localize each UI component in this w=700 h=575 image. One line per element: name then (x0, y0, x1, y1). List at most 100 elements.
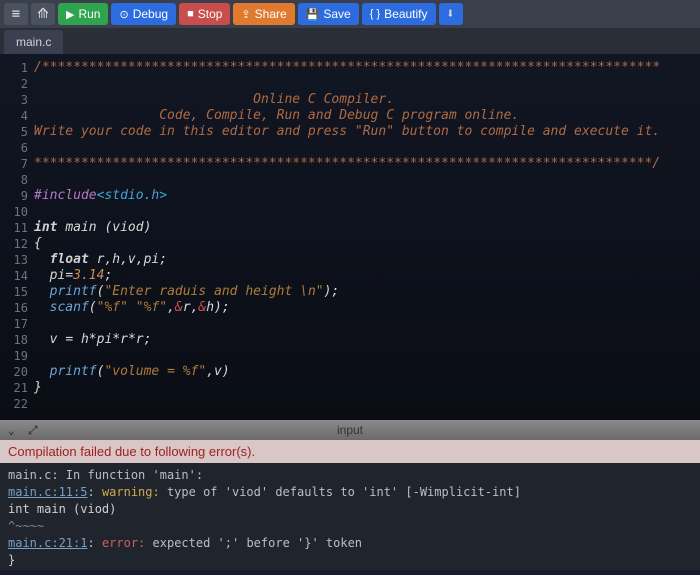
code-line[interactable] (34, 316, 692, 332)
line-number: 15 (0, 284, 28, 300)
console-token: main.c:21:1 (8, 536, 87, 550)
save-button[interactable]: 💾Save (298, 3, 359, 25)
code-token: & (175, 300, 183, 315)
toolbar: ≡ ⟰ ▶Run ⊙Debug ■Stop ⇪Share 💾Save { } Be… (0, 0, 700, 28)
console-line: ^ (8, 569, 692, 570)
code-token: , (206, 364, 214, 379)
tab-bar: main.c (0, 28, 700, 54)
fullscreen-icon[interactable]: ⤢ (28, 423, 38, 438)
code-line[interactable]: { (34, 236, 692, 252)
share-button[interactable]: ⇪Share (233, 3, 294, 25)
line-number: 22 (0, 396, 28, 412)
beautify-button[interactable]: { } Beautify (362, 3, 436, 25)
code-token: float (34, 252, 97, 267)
code-line[interactable]: Write your code in this editor and press… (34, 124, 692, 140)
code-token: ); (214, 300, 230, 315)
code-token: h (206, 300, 214, 315)
console-token: error: (102, 536, 145, 550)
console-line: ^~~~~ (8, 518, 692, 535)
chevron-down-icon[interactable]: ⌄ (8, 424, 15, 437)
console-line: main.c:21:1: error: expected ';' before … (8, 535, 692, 552)
code-line[interactable] (34, 76, 692, 92)
line-number: 4 (0, 108, 28, 124)
menu-icon[interactable]: ≡ (4, 3, 28, 25)
code-token: "volume = %f" (104, 364, 206, 379)
line-number: 6 (0, 140, 28, 156)
console-token: main.c:11:5 (8, 485, 87, 499)
code-token: r (120, 332, 128, 347)
line-number: 12 (0, 236, 28, 252)
code-area[interactable]: /***************************************… (34, 54, 700, 420)
line-number: 1 (0, 60, 28, 76)
code-line[interactable]: scanf("%f" "%f",&r,&h); (34, 300, 692, 316)
code-line[interactable]: } (34, 380, 692, 396)
code-line[interactable]: v = h*pi*r*r; (34, 332, 692, 348)
console-line: int main (viod) (8, 501, 692, 518)
panel-separator[interactable]: ⌄ ⤢ input (0, 420, 700, 440)
input-panel-label: input (337, 423, 363, 437)
code-line[interactable]: ****************************************… (34, 156, 692, 172)
code-editor[interactable]: 12345678910111213141516171819202122 /***… (0, 54, 700, 420)
code-line[interactable]: pi=3.14; (34, 268, 692, 284)
tab-main-c[interactable]: main.c (4, 30, 63, 54)
code-token: int (34, 220, 65, 235)
code-token: /***************************************… (34, 60, 660, 75)
code-line[interactable]: /***************************************… (34, 60, 692, 76)
code-line[interactable]: Code, Compile, Run and Debug C program o… (34, 108, 692, 124)
beautify-label: Beautify (384, 7, 427, 21)
error-header: Compilation failed due to following erro… (0, 440, 700, 463)
code-token: Online C Compiler. (34, 92, 394, 107)
console-token: In function 'main': (59, 468, 204, 482)
line-number: 13 (0, 252, 28, 268)
code-line[interactable]: Online C Compiler. (34, 92, 692, 108)
code-token: v (214, 364, 222, 379)
braces-icon: { } (370, 8, 380, 20)
code-token: 3.14 (73, 268, 104, 283)
code-line[interactable]: float r,h,v,pi; (34, 252, 692, 268)
code-line[interactable] (34, 348, 692, 364)
code-line[interactable] (34, 396, 692, 412)
console-token: main.c: (8, 468, 59, 482)
code-token: ) (144, 220, 152, 235)
stop-icon: ■ (187, 8, 194, 20)
code-line[interactable]: #include<stdio.h> (34, 188, 692, 204)
code-token: * (128, 332, 136, 347)
code-token: ( (89, 300, 97, 315)
line-number: 17 (0, 316, 28, 332)
line-number: 5 (0, 124, 28, 140)
code-token: printf (34, 284, 97, 299)
code-line[interactable]: int main (viod) (34, 220, 692, 236)
code-token: r (183, 300, 191, 315)
code-token: viod (112, 220, 143, 235)
code-line[interactable]: printf("Enter raduis and height \n"); (34, 284, 692, 300)
code-line[interactable] (34, 172, 692, 188)
console-token: } (8, 553, 15, 567)
debug-button[interactable]: ⊙Debug (111, 3, 176, 25)
code-token: } (34, 380, 42, 395)
console-token: type of 'viod' defaults to 'int' [-Wimpl… (160, 485, 521, 499)
run-button[interactable]: ▶Run (58, 3, 108, 25)
download-icon[interactable]: ⬇ (439, 3, 463, 25)
code-token: v (34, 332, 65, 347)
line-number: 2 (0, 76, 28, 92)
code-token: <stdio.h> (97, 188, 167, 203)
line-number: 20 (0, 364, 28, 380)
console-line: main.c: In function 'main': (8, 467, 692, 484)
code-token: "%f" "%f" (97, 300, 167, 315)
code-token: = (65, 268, 73, 283)
console-token: warning: (102, 485, 160, 499)
line-number: 8 (0, 172, 28, 188)
line-number: 10 (0, 204, 28, 220)
code-token: ****************************************… (34, 156, 660, 171)
code-token: Code, Compile, Run and Debug C program o… (34, 108, 519, 123)
code-token: Write your code in this editor and press… (34, 124, 660, 139)
new-file-icon[interactable]: ⟰ (31, 3, 55, 25)
code-line[interactable] (34, 204, 692, 220)
debug-icon: ⊙ (119, 8, 128, 21)
code-line[interactable]: printf("volume = %f",v) (34, 364, 692, 380)
code-line[interactable] (34, 140, 692, 156)
save-icon: 💾 (306, 8, 320, 21)
console-line: } (8, 552, 692, 569)
line-number: 19 (0, 348, 28, 364)
stop-button[interactable]: ■Stop (179, 3, 230, 25)
